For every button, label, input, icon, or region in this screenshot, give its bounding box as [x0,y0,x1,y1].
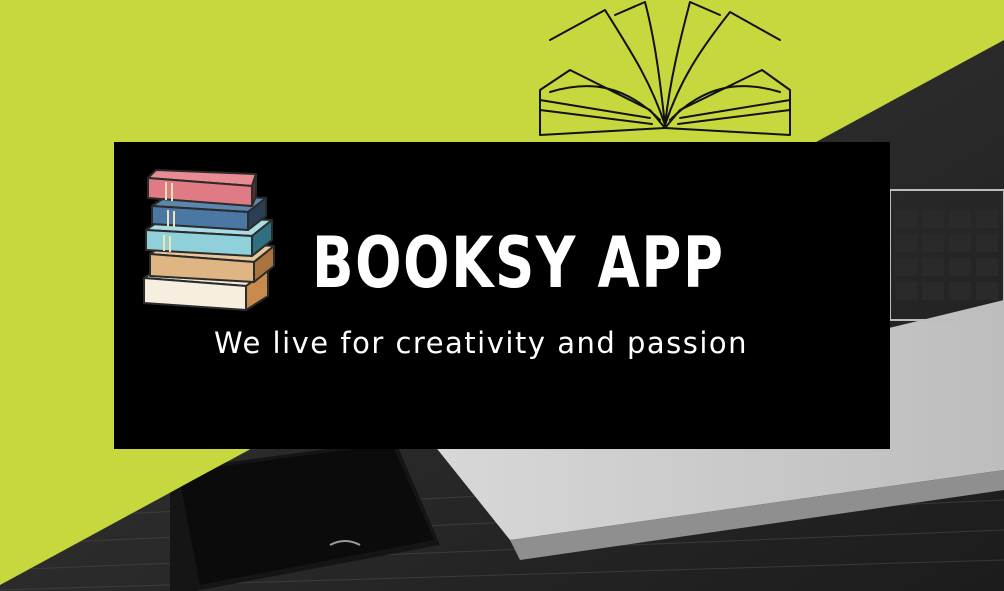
book-stack-icon [143,169,275,311]
hero-banner: BOOKSY APP We live for creativity and pa… [114,142,890,449]
hero-canvas: BOOKSY APP We live for creativity and pa… [0,0,1004,591]
app-tagline: We live for creativity and passion [214,326,749,360]
open-book-icon [539,1,791,136]
app-title: BOOKSY APP [312,222,725,304]
